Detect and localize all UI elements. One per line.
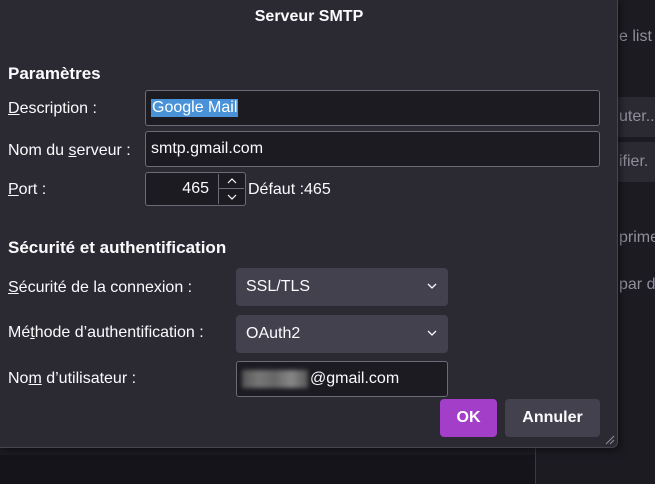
background-button-label: uter... [619,108,655,125]
server-value: smtp.gmail.com [151,140,264,157]
port-decrement-button[interactable] [218,189,244,204]
port-label: Port : [8,181,47,198]
port-stepper[interactable]: 465 [145,172,246,206]
chevron-down-icon [427,283,437,289]
description-value: Google Mail [151,99,239,117]
server-field[interactable]: smtp.gmail.com [145,131,600,167]
port-default-text: Défaut :465 [248,181,331,198]
connection-security-value: SSL/TLS [246,278,311,295]
username-value: @gmail.com [310,370,400,387]
description-field[interactable]: Google Mail [145,90,600,126]
security-heading: Sécurité et authentification [8,238,227,257]
username-label: Nom d’utilisateur : [8,370,137,387]
background-button-label: ifier. [619,153,649,170]
ok-button[interactable]: OK [440,399,497,437]
connection-security-label: Sécurité de la connexion : [8,279,193,296]
chevron-down-icon [427,330,437,336]
server-label: Nom du serveur : [8,142,131,159]
auth-method-select[interactable]: OAuth2 [236,315,448,353]
port-increment-button[interactable] [218,174,244,189]
settings-heading: Paramètres [8,64,101,83]
background-footer [0,455,535,484]
smtp-server-dialog: Serveur SMTP Paramètres Description : Go… [0,0,618,448]
auth-method-label: Méthode d’authentification : [8,324,204,341]
cancel-button[interactable]: Annuler [505,399,600,437]
port-value: 465 [182,180,209,197]
redacted-username [242,370,308,388]
description-label: Description : [8,100,97,117]
background-text: e list [619,28,652,45]
dialog-title: Serveur SMTP [254,8,364,25]
background-text: prime [619,229,655,246]
resize-grip-icon[interactable] [603,433,615,445]
auth-method-value: OAuth2 [246,325,301,342]
background-text: par d [619,276,655,293]
username-field[interactable]: @gmail.com [236,361,448,397]
connection-security-select[interactable]: SSL/TLS [236,268,448,306]
chevron-up-icon [227,178,236,184]
chevron-down-icon [227,194,236,200]
